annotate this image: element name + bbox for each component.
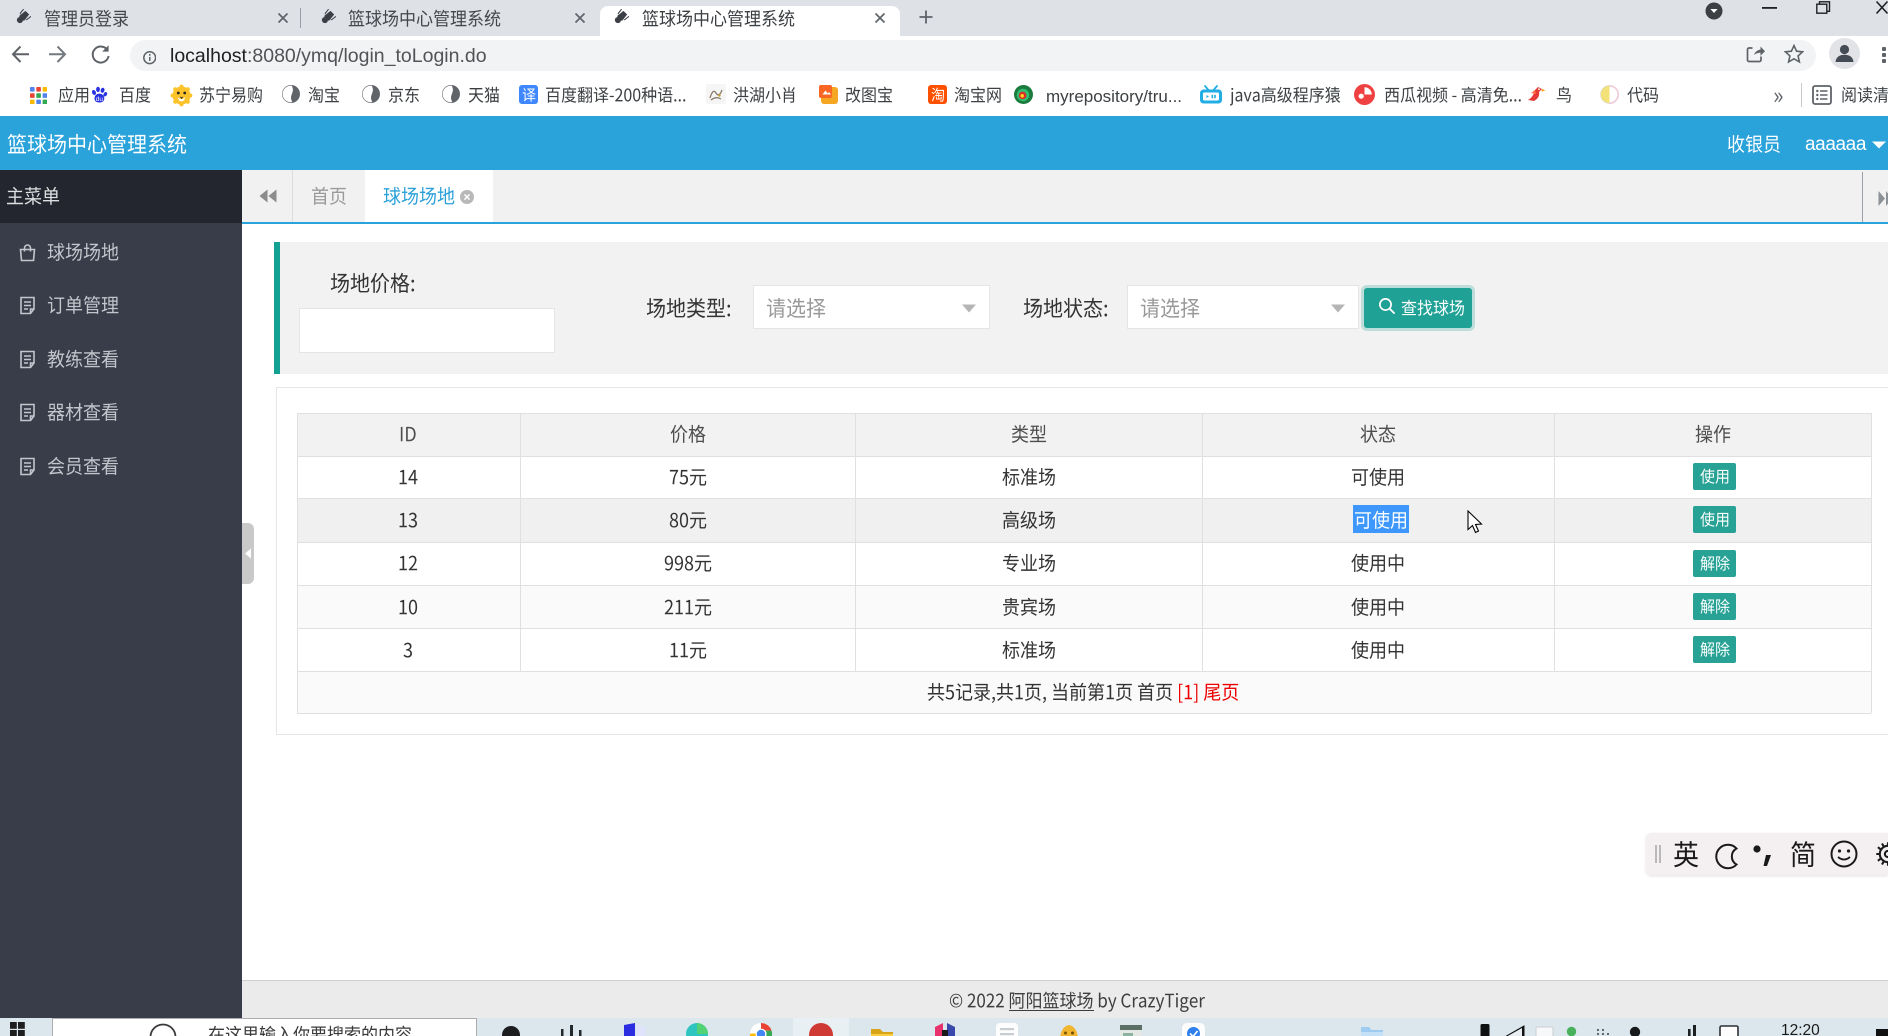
svg-text:du: du	[96, 96, 104, 103]
